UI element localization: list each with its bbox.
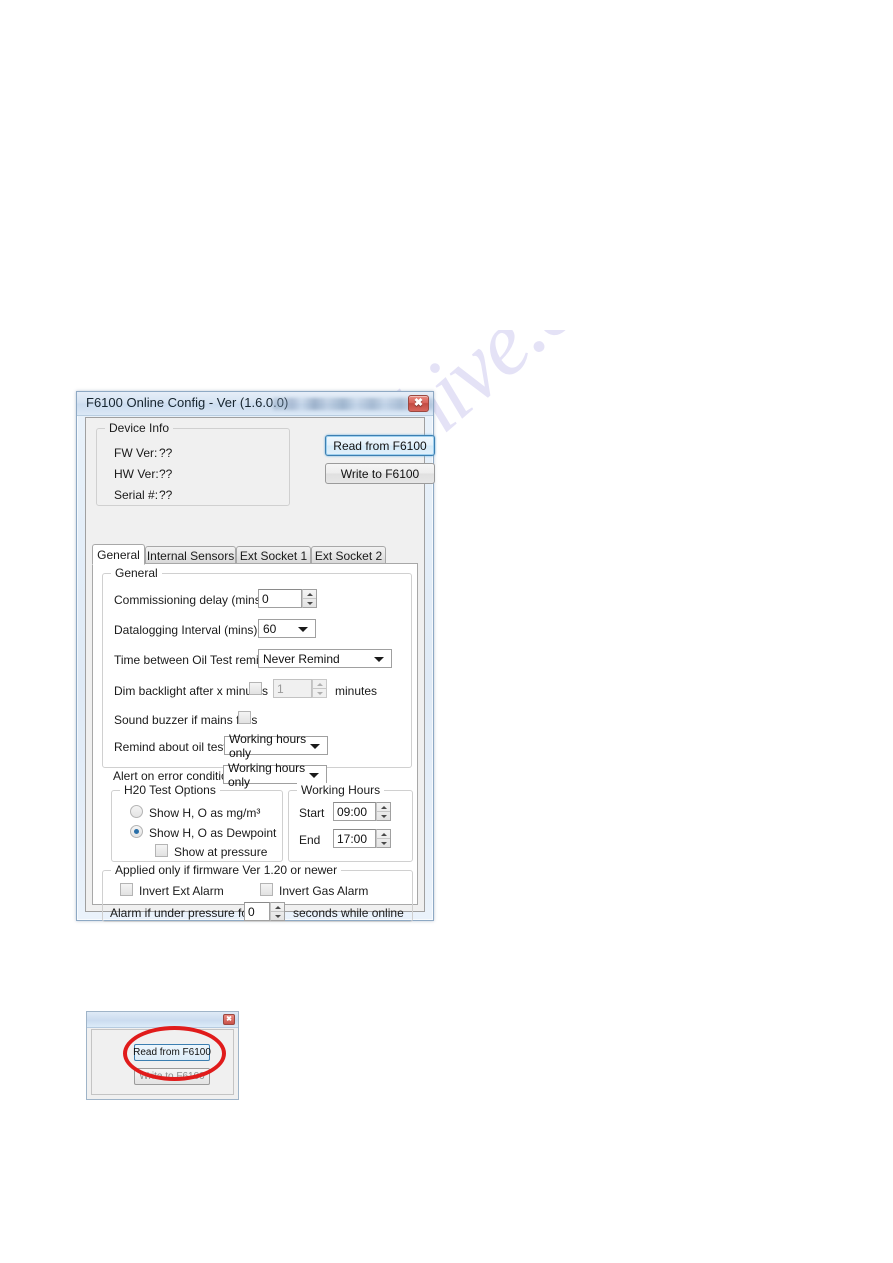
close-x-glyph: ✖ — [413, 397, 424, 409]
working-hours-end-input[interactable]: 17:00 — [333, 829, 376, 848]
sound-buzzer-label: Sound buzzer if mains fails — [114, 713, 258, 727]
show-as-mgm3-label: Show H, O as mg/m³ — [149, 806, 261, 820]
annotated-titlebar: ✖ — [87, 1012, 238, 1028]
general-group-label: General — [111, 566, 162, 580]
commissioning-delay-stepper[interactable] — [302, 589, 317, 608]
working-hours-group-label: Working Hours — [297, 783, 385, 797]
tab-ext-socket-1[interactable]: Ext Socket 1 — [236, 546, 311, 564]
invert-ext-alarm-checkbox[interactable] — [120, 883, 133, 896]
tab-general[interactable]: General — [92, 544, 145, 565]
dim-backlight-suffix-label: minutes — [335, 684, 378, 698]
serial-number-value: ?? — [159, 488, 173, 502]
chevron-up-icon — [274, 905, 281, 909]
device-info-group-label: Device Info — [105, 421, 174, 435]
show-as-mgm3-radio[interactable] — [130, 805, 143, 818]
working-hours-start-label: Start — [299, 806, 325, 820]
datalogging-interval-value: 60 — [263, 621, 277, 636]
under-pressure-prefix-label: Alarm if under pressure for — [110, 906, 253, 920]
working-hours-start-input[interactable]: 09:00 — [333, 802, 376, 821]
show-at-pressure-label: Show at pressure — [174, 845, 268, 859]
close-icon[interactable]: ✖ — [408, 395, 429, 412]
stepper-up[interactable] — [271, 903, 284, 912]
h2o-test-options-group: H20 Test Options Show H, O as mg/m³ Show… — [111, 783, 283, 862]
firmware-requirements-group-label: Applied only if firmware Ver 1.20 or new… — [111, 863, 342, 877]
oil-test-reminders-value: Never Remind — [263, 651, 340, 666]
chevron-down-icon — [310, 743, 320, 749]
invert-gas-alarm-label: Invert Gas Alarm — [279, 884, 369, 898]
general-group: General Commissioning delay (mins) 0 Dat… — [102, 566, 412, 768]
dim-backlight-label: Dim backlight after x minutes — [114, 684, 269, 698]
stepper-up[interactable] — [313, 680, 326, 689]
invert-ext-alarm-label: Invert Ext Alarm — [139, 884, 224, 898]
working-hours-end-stepper[interactable] — [376, 829, 391, 848]
device-info-group: Device Info FW Ver: ?? HW Ver: ?? Serial… — [96, 421, 290, 506]
stepper-up[interactable] — [377, 830, 390, 839]
invert-gas-alarm-checkbox[interactable] — [260, 883, 273, 896]
stepper-down[interactable] — [303, 599, 316, 607]
firmware-requirements-group: Applied only if firmware Ver 1.20 or new… — [102, 863, 413, 922]
tab-ext-socket-2[interactable]: Ext Socket 2 — [311, 546, 386, 564]
annotated-client-area: Read from F6100 Write to F6100 — [91, 1029, 234, 1095]
under-pressure-suffix-label: seconds while online — [293, 906, 404, 920]
show-at-pressure-checkbox[interactable] — [155, 844, 168, 857]
dim-backlight-minutes-input[interactable]: 1 — [273, 679, 312, 698]
oil-test-reminders-select[interactable]: Never Remind — [258, 649, 392, 668]
remind-oil-test-select[interactable]: Working hours only — [224, 732, 328, 760]
chevron-down-icon — [298, 626, 308, 632]
stepper-down[interactable] — [377, 839, 390, 847]
window-client-area: Device Info FW Ver: ?? HW Ver: ?? Serial… — [85, 417, 435, 922]
tab-page-general: General Commissioning delay (mins) 0 Dat… — [92, 563, 418, 922]
h2o-test-options-group-label: H20 Test Options — [120, 783, 220, 797]
read-from-f6100-button[interactable]: Read from F6100 — [325, 435, 435, 456]
chevron-down-icon — [306, 601, 313, 605]
chevron-down-icon — [274, 914, 281, 918]
datalogging-interval-label: Datalogging Interval (mins) — [114, 623, 258, 637]
under-pressure-seconds-input[interactable]: 0 — [244, 902, 270, 921]
stepper-up[interactable] — [377, 803, 390, 812]
commissioning-delay-input[interactable]: 0 — [258, 589, 302, 608]
show-as-dewpoint-radio[interactable] — [130, 825, 143, 838]
commissioning-delay-label: Commissioning delay (mins) — [114, 593, 265, 607]
titlebar[interactable]: F6100 Online Config - Ver (1.6.0.0) ✖ — [77, 392, 433, 416]
chevron-down-icon — [316, 691, 323, 695]
hw-ver-label: HW Ver: — [114, 467, 159, 481]
dim-backlight-checkbox[interactable] — [249, 682, 262, 695]
write-to-f6100-button[interactable]: Write to F6100 — [325, 463, 435, 484]
stepper-up[interactable] — [303, 590, 316, 599]
working-hours-group: Working Hours Start 09:00 End 17:00 — [288, 783, 413, 862]
fw-ver-label: FW Ver: — [114, 446, 158, 460]
working-hours-end-label: End — [299, 833, 321, 847]
stepper-down[interactable] — [377, 812, 390, 820]
chevron-down-icon — [380, 841, 387, 845]
chevron-down-icon — [309, 772, 319, 778]
chevron-up-icon — [306, 592, 313, 596]
alert-error-label: Alert on error condition — [113, 769, 235, 783]
tabstrip: General Internal Sensors Ext Socket 1 Ex… — [92, 544, 418, 565]
hw-ver-value: ?? — [159, 467, 173, 481]
serial-number-label: Serial #: — [114, 488, 159, 502]
under-pressure-seconds-stepper[interactable] — [270, 902, 285, 921]
close-icon[interactable]: ✖ — [223, 1014, 235, 1025]
dim-backlight-minutes-stepper[interactable] — [312, 679, 327, 698]
remind-oil-test-label: Remind about oil test — [114, 740, 227, 754]
stepper-down[interactable] — [313, 689, 326, 697]
write-to-f6100-button[interactable]: Write to F6100 — [134, 1068, 210, 1085]
fw-ver-value: ?? — [159, 446, 173, 460]
annotated-crop-window: ✖ Read from F6100 Write to F6100 — [86, 1011, 239, 1100]
stepper-down[interactable] — [271, 912, 284, 920]
chevron-up-icon — [316, 682, 323, 686]
alert-error-select[interactable]: Working hours only — [223, 761, 327, 789]
chevron-down-icon — [380, 814, 387, 818]
show-as-dewpoint-label: Show H, O as Dewpoint — [149, 826, 277, 840]
tab-internal-sensors[interactable]: Internal Sensors — [145, 546, 236, 564]
chevron-up-icon — [380, 805, 387, 809]
sound-buzzer-checkbox[interactable] — [238, 711, 251, 724]
working-hours-start-stepper[interactable] — [376, 802, 391, 821]
datalogging-interval-select[interactable]: 60 — [258, 619, 316, 638]
window-title: F6100 Online Config - Ver (1.6.0.0) — [86, 395, 289, 410]
chevron-down-icon — [374, 656, 384, 662]
chevron-up-icon — [380, 832, 387, 836]
read-from-f6100-button[interactable]: Read from F6100 — [133, 1044, 211, 1061]
f6100-config-window: F6100 Online Config - Ver (1.6.0.0) ✖ De… — [76, 391, 435, 922]
